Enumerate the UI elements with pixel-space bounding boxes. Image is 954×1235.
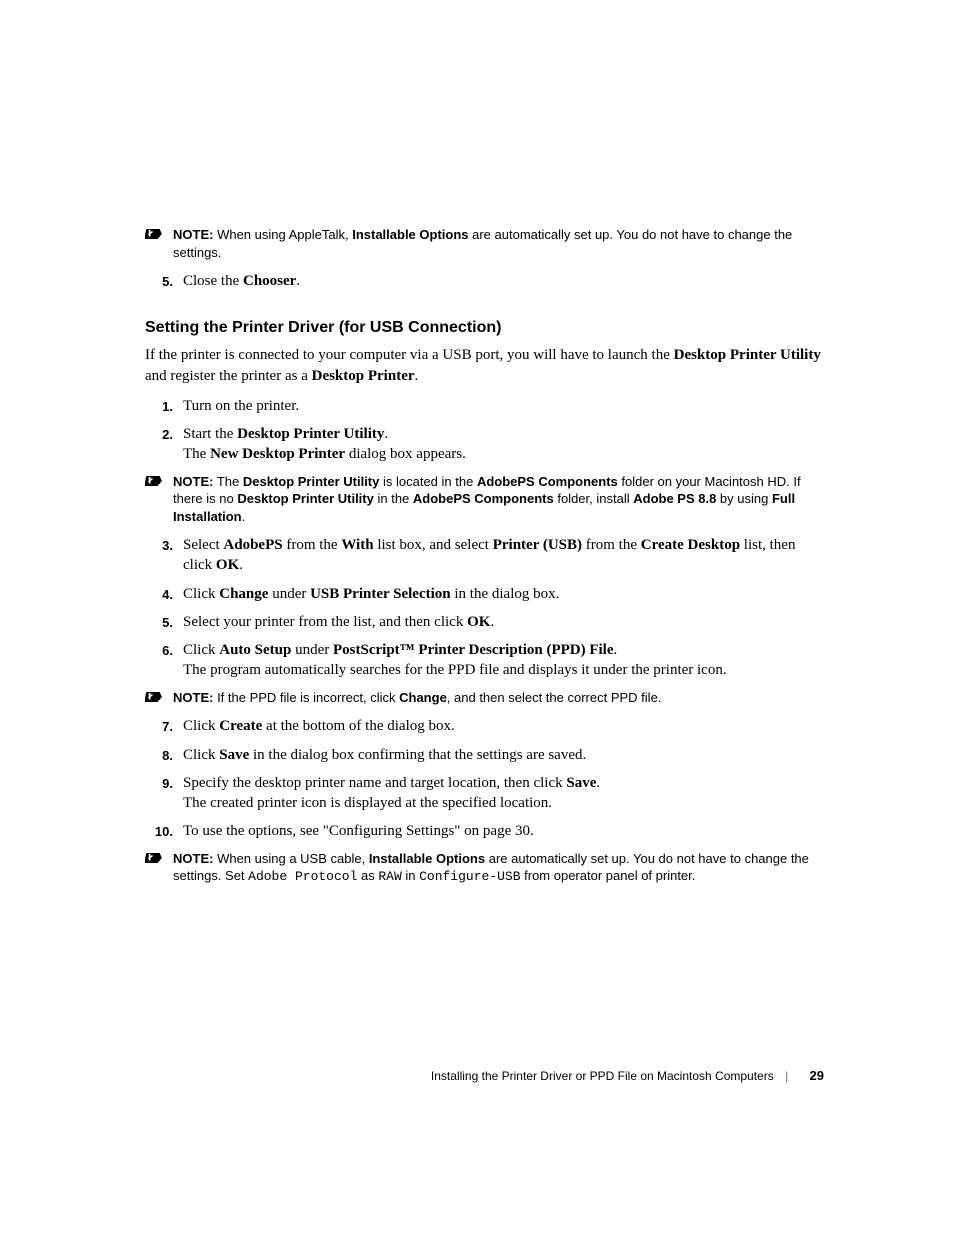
note-icon: [145, 851, 165, 865]
step-body: Click Save in the dialog box confirming …: [173, 745, 824, 765]
note-text: NOTE: When using a USB cable, Installabl…: [173, 850, 824, 886]
step-7: 7. Click Create at the bottom of the dia…: [145, 716, 824, 736]
step-number: 8.: [145, 745, 173, 765]
note-desktop-printer-utility: NOTE: The Desktop Printer Utility is loc…: [145, 473, 824, 526]
step-body: Close the Chooser.: [173, 271, 824, 291]
step-body: Specify the desktop printer name and tar…: [173, 773, 824, 814]
step-body: Click Create at the bottom of the dialog…: [173, 716, 824, 736]
note-usb-cable: NOTE: When using a USB cable, Installabl…: [145, 850, 824, 886]
footer-title: Installing the Printer Driver or PPD Fil…: [431, 1069, 774, 1083]
step-number: 3.: [145, 535, 173, 576]
step-8: 8. Click Save in the dialog box confirmi…: [145, 745, 824, 765]
step-number: 4.: [145, 584, 173, 604]
note-icon: [145, 474, 165, 488]
step-number: 2.: [145, 424, 173, 465]
intro-paragraph: If the printer is connected to your comp…: [145, 345, 824, 386]
step-6: 6. Click Auto Setup under PostScript™ Pr…: [145, 640, 824, 681]
step-number: 7.: [145, 716, 173, 736]
step-2: 2. Start the Desktop Printer Utility. Th…: [145, 424, 824, 465]
note-icon: [145, 690, 165, 704]
note-icon: [145, 227, 165, 241]
step-number: 10.: [145, 821, 173, 841]
footer-separator: |: [785, 1069, 788, 1083]
step-5-close-chooser: 5. Close the Chooser.: [145, 271, 824, 291]
step-4: 4. Click Change under USB Printer Select…: [145, 584, 824, 604]
step-3: 3. Select AdobePS from the With list box…: [145, 535, 824, 576]
page-content: NOTE: When using AppleTalk, Installable …: [0, 0, 954, 886]
section-heading-usb: Setting the Printer Driver (for USB Conn…: [145, 319, 824, 337]
step-body: Select your printer from the list, and t…: [173, 612, 824, 632]
note-text: NOTE: When using AppleTalk, Installable …: [173, 226, 824, 261]
step-number: 9.: [145, 773, 173, 814]
step-1: 1. Turn on the printer.: [145, 396, 824, 416]
step-body: Click Change under USB Printer Selection…: [173, 584, 824, 604]
step-5: 5. Select your printer from the list, an…: [145, 612, 824, 632]
step-number: 6.: [145, 640, 173, 681]
step-body: Select AdobePS from the With list box, a…: [173, 535, 824, 576]
note-ppd-incorrect: NOTE: If the PPD file is incorrect, clic…: [145, 689, 824, 707]
step-body: Turn on the printer.: [173, 396, 824, 416]
page-number: 29: [810, 1068, 824, 1083]
step-number: 5.: [145, 612, 173, 632]
step-body: Click Auto Setup under PostScript™ Print…: [173, 640, 824, 681]
step-number: 5.: [145, 271, 173, 291]
step-body: To use the options, see "Configuring Set…: [173, 821, 824, 841]
note-text: NOTE: If the PPD file is incorrect, clic…: [173, 689, 824, 707]
step-number: 1.: [145, 396, 173, 416]
page-footer: Installing the Printer Driver or PPD Fil…: [431, 1068, 824, 1083]
note-appletalk: NOTE: When using AppleTalk, Installable …: [145, 226, 824, 261]
note-text: NOTE: The Desktop Printer Utility is loc…: [173, 473, 824, 526]
step-body: Start the Desktop Printer Utility. The N…: [173, 424, 824, 465]
step-10: 10. To use the options, see "Configuring…: [145, 821, 824, 841]
step-9: 9. Specify the desktop printer name and …: [145, 773, 824, 814]
